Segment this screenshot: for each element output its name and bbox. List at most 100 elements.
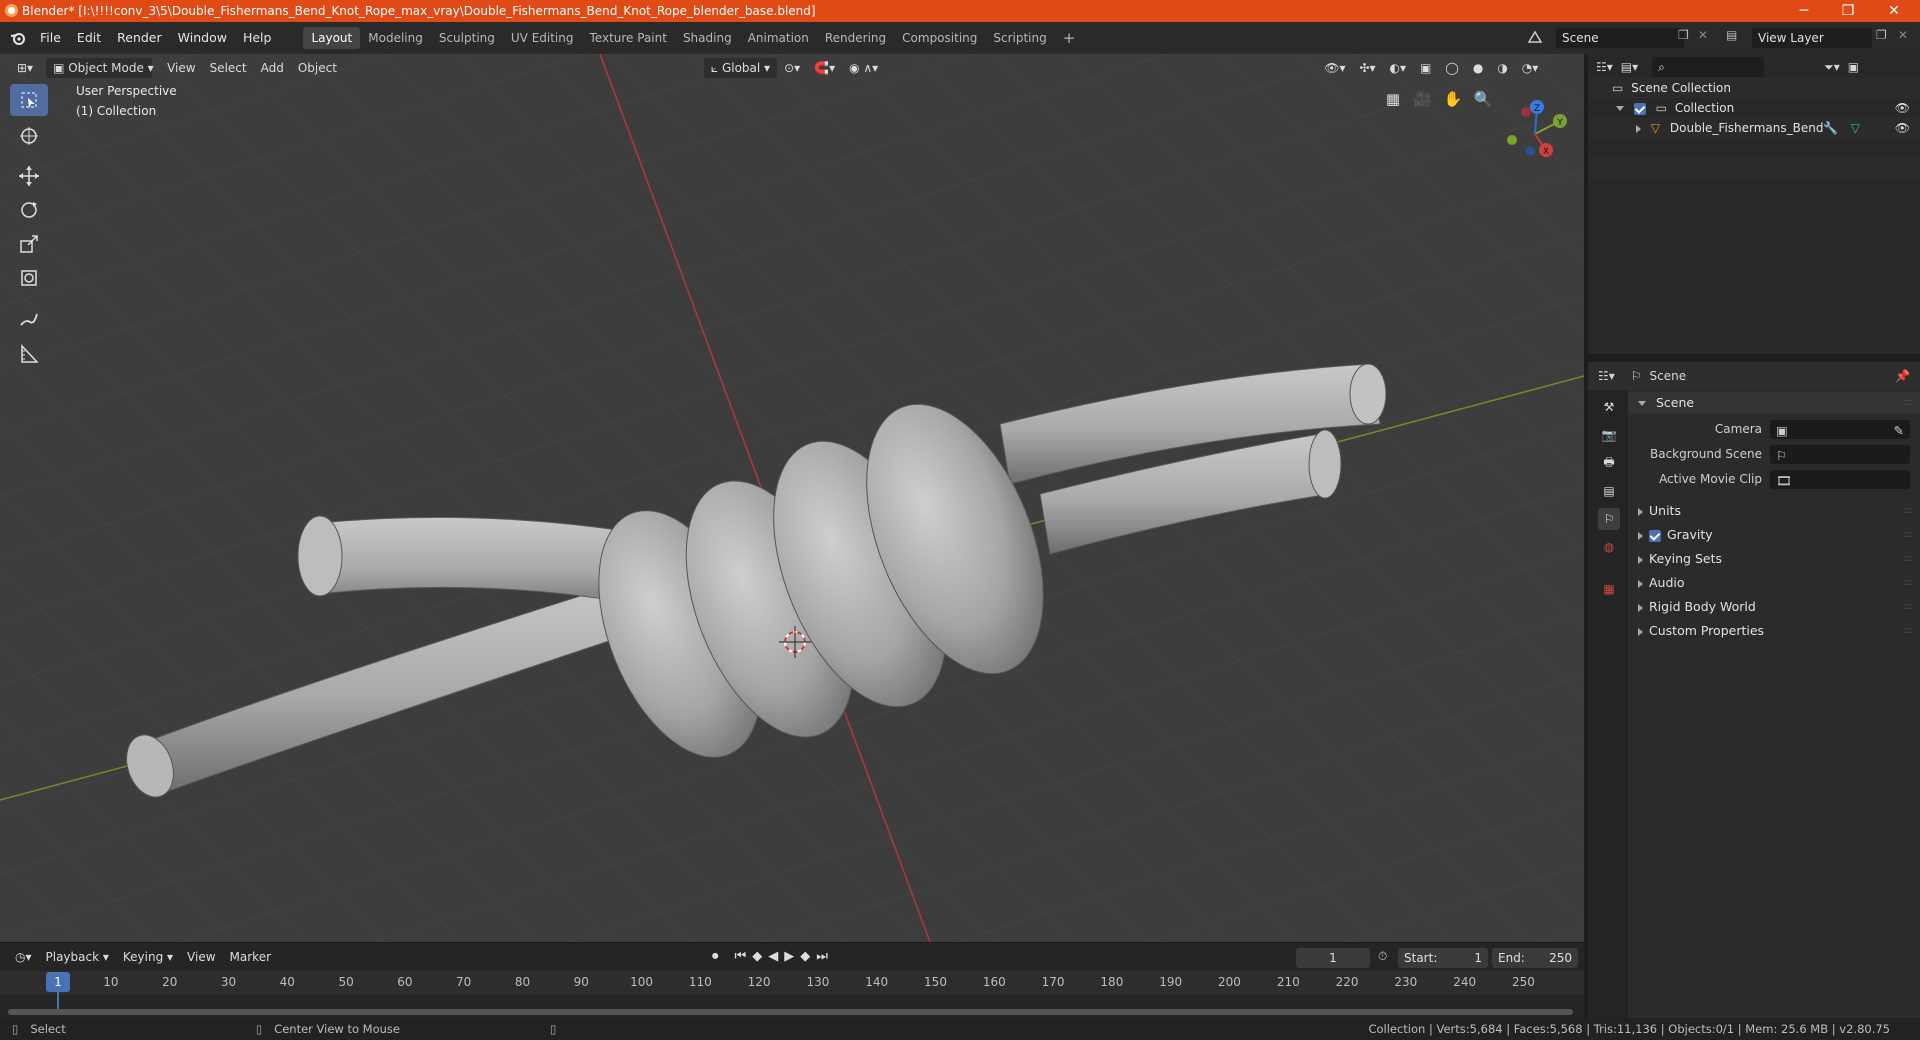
select-box-tool[interactable] <box>10 84 48 116</box>
expand-object-icon[interactable] <box>1636 124 1641 133</box>
timeline-menu-keying[interactable]: Keying ▾ <box>116 947 180 967</box>
properties-editor-type-icon[interactable]: ☷▾ <box>1598 369 1615 383</box>
drag-handle-icon[interactable]: :::: <box>1903 392 1914 414</box>
shading-solid-icon[interactable]: ● <box>1466 58 1490 78</box>
record-icon[interactable]: ⏺ <box>712 949 719 964</box>
tab-layout[interactable]: Layout <box>303 27 361 49</box>
tool-tab-icon[interactable]: ⚒ <box>1598 396 1620 418</box>
timeline-menu-playback[interactable]: Playback ▾ <box>39 947 116 967</box>
menu-window[interactable]: Window <box>170 27 235 49</box>
transform-orientation-dropdown[interactable]: ⟀ Global ▾ <box>703 58 778 78</box>
cursor-tool[interactable] <box>10 120 48 152</box>
collection-visibility-eye-icon[interactable]: 👁 <box>1895 98 1910 118</box>
3d-viewport[interactable]: ⊞▾ ▣ Object Mode ▾ View Select Add Objec… <box>0 54 1584 942</box>
jump-start-icon[interactable]: ⏮ <box>735 949 747 964</box>
editor-type-icon[interactable]: ⊞▾ <box>10 58 40 78</box>
timeline-editor-type-icon[interactable]: ◷▾ <box>8 947 39 967</box>
next-keyframe-icon[interactable]: ◆ <box>800 949 810 964</box>
world-tab-icon[interactable]: ◍ <box>1598 536 1620 558</box>
scene-field[interactable]: Scene <box>1556 28 1684 48</box>
toggle-grid-view-icon[interactable]: ▦ <box>1380 86 1406 112</box>
pin-icon[interactable]: 📌 <box>1895 369 1910 383</box>
remove-scene-icon[interactable]: ✕ <box>1698 28 1708 42</box>
shading-wireframe-icon[interactable]: ◯ <box>1438 58 1465 78</box>
add-workspace-button[interactable]: + <box>1055 27 1084 49</box>
gravity-checkbox[interactable] <box>1649 529 1661 542</box>
viewport-menu-object[interactable]: Object <box>291 58 344 78</box>
blender-menu-icon[interactable] <box>4 27 32 49</box>
collection-exclude-checkbox[interactable] <box>1633 102 1646 115</box>
pivot-point-icon[interactable]: ⊙▾ <box>777 58 807 78</box>
pan-view-icon[interactable]: ✋ <box>1440 86 1466 112</box>
remove-view-layer-icon[interactable]: ✕ <box>1898 28 1908 42</box>
modifier-wrench-icon[interactable]: 🔧 <box>1823 118 1838 138</box>
scale-tool[interactable] <box>10 228 48 260</box>
rigid-body-world-panel-header[interactable]: Rigid Body World:::: <box>1628 596 1920 618</box>
current-frame-field[interactable]: 1 <box>1296 948 1370 968</box>
shading-rendered-icon[interactable]: ◔▾ <box>1515 58 1546 78</box>
prev-keyframe-icon[interactable]: ◆ <box>752 949 762 964</box>
play-reverse-icon[interactable]: ◀ <box>768 949 778 964</box>
viewport-menu-view[interactable]: View <box>160 58 202 78</box>
new-view-layer-icon[interactable]: ❐ <box>1876 28 1887 42</box>
scene-section-header[interactable]: Scene :::: <box>1628 392 1920 414</box>
outliner-row-object[interactable]: ▽ Double_Fishermans_Bend 🔧 ▽ 👁 <box>1588 118 1920 138</box>
restore-button[interactable]: ❐ <box>1828 0 1868 22</box>
timeline-menu-view[interactable]: View <box>180 947 222 967</box>
outliner-row-scene-collection[interactable]: ▭ Scene Collection <box>1588 78 1920 98</box>
mesh-data-icon[interactable]: ▽ <box>1851 118 1860 138</box>
navigation-gizmo[interactable]: Y X Z <box>1490 84 1580 174</box>
camera-view-icon[interactable]: 🎥 <box>1410 86 1436 112</box>
keying-sets-panel-header[interactable]: Keying Sets:::: <box>1628 548 1920 570</box>
stopwatch-icon[interactable]: ⏱ <box>1378 949 1387 964</box>
tab-sculpting[interactable]: Sculpting <box>431 27 503 49</box>
tab-texture-paint[interactable]: Texture Paint <box>582 27 675 49</box>
background-scene-field[interactable]: ⚐ <box>1770 445 1910 464</box>
units-panel-header[interactable]: Units:::: <box>1628 500 1920 522</box>
annotate-tool[interactable] <box>10 304 48 336</box>
outliner-search-input[interactable]: ⌕ <box>1652 57 1765 77</box>
menu-edit[interactable]: Edit <box>69 27 109 49</box>
playhead[interactable]: 1 <box>46 972 70 992</box>
overlays-icon[interactable]: ◐▾ <box>1383 58 1414 78</box>
outliner-row-collection[interactable]: ▭ Collection 👁 <box>1588 98 1920 118</box>
xray-icon[interactable]: ▣ <box>1413 58 1438 78</box>
tab-uv-editing[interactable]: UV Editing <box>503 27 582 49</box>
display-mode-icon[interactable]: ▤▾ <box>1621 60 1638 74</box>
menu-help[interactable]: Help <box>235 27 280 49</box>
new-collection-icon[interactable]: ▣ <box>1848 60 1859 74</box>
timeline-scrollbar[interactable] <box>8 1009 1573 1015</box>
tab-modeling[interactable]: Modeling <box>360 27 431 49</box>
visibility-icon[interactable]: 👁▾ <box>1317 58 1352 78</box>
tab-scripting[interactable]: Scripting <box>985 27 1054 49</box>
object-visibility-eye-icon[interactable]: 👁 <box>1895 118 1910 138</box>
view-layer-field[interactable]: View Layer <box>1752 28 1872 48</box>
expand-collection-icon[interactable] <box>1616 106 1624 111</box>
tab-shading[interactable]: Shading <box>675 27 740 49</box>
play-icon[interactable]: ▶ <box>784 949 794 964</box>
close-button[interactable]: ✕ <box>1874 0 1914 22</box>
minimize-button[interactable]: ─ <box>1784 0 1824 22</box>
timeline-menu-marker[interactable]: Marker <box>223 947 278 967</box>
filter-icon[interactable]: ⏷▾ <box>1824 60 1840 75</box>
viewport-menu-add[interactable]: Add <box>254 58 291 78</box>
end-frame-field[interactable]: End: 250 <box>1492 948 1578 968</box>
transform-tool[interactable] <box>10 262 48 294</box>
gizmo-toggle-icon[interactable]: ✣▾ <box>1352 58 1382 78</box>
new-scene-icon[interactable]: ❐ <box>1678 28 1689 42</box>
tab-rendering[interactable]: Rendering <box>817 27 894 49</box>
active-movie-clip-field[interactable]: 🎞 <box>1770 470 1910 489</box>
audio-panel-header[interactable]: Audio:::: <box>1628 572 1920 594</box>
object-mode-dropdown[interactable]: ▣ Object Mode ▾ <box>46 58 154 78</box>
outliner-editor-type-icon[interactable]: ☷▾ <box>1596 60 1613 74</box>
texture-tab-icon[interactable]: ▦ <box>1598 578 1620 600</box>
custom-properties-panel-header[interactable]: Custom Properties:::: <box>1628 620 1920 642</box>
menu-render[interactable]: Render <box>109 27 170 49</box>
menu-file[interactable]: File <box>32 27 69 49</box>
move-tool[interactable] <box>10 160 48 192</box>
view-layer-icon[interactable]: ▤ <box>1726 28 1737 42</box>
jump-end-icon[interactable]: ⏭ <box>816 949 828 964</box>
scene-tab-icon[interactable]: ⚐ <box>1598 508 1620 530</box>
camera-field[interactable]: ▣ ✎ <box>1770 420 1910 439</box>
tab-compositing[interactable]: Compositing <box>894 27 985 49</box>
